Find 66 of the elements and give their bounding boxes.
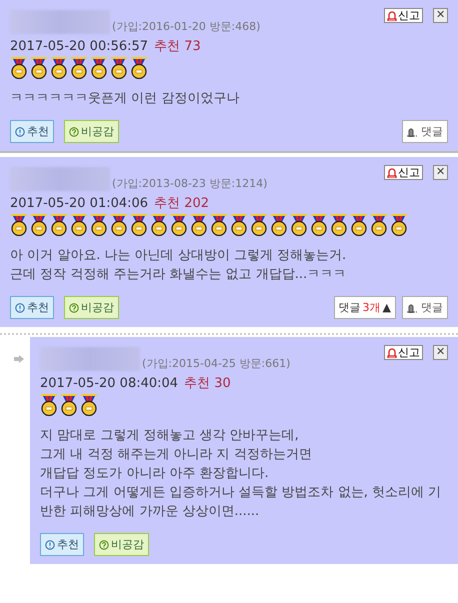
medal-icon	[70, 214, 88, 236]
comment-date: 2017-05-20 08:40:04	[40, 376, 178, 391]
medal-icon	[50, 57, 68, 79]
medal-icon	[150, 214, 168, 236]
siren-icon	[387, 348, 397, 358]
dislike-button[interactable]: 비공감	[64, 120, 119, 143]
comment-text: ㅋㅋㅋㅋㅋㅋ웃픈게 이런 감정이었구나	[10, 90, 240, 108]
medal-icon	[330, 214, 348, 236]
siren-icon	[387, 10, 397, 20]
question-icon	[69, 126, 79, 136]
comment-date: 2017-05-20 01:04:06	[10, 196, 148, 211]
medal-icon	[70, 57, 88, 79]
recommend-button[interactable]: 추천	[10, 120, 54, 143]
recommend-count: 추천 73	[154, 39, 201, 54]
medal-icon	[10, 214, 28, 236]
medal-icon	[40, 394, 58, 416]
close-button[interactable]: ✕	[433, 8, 448, 23]
medal-icon	[250, 214, 268, 236]
medal-icon	[30, 57, 48, 79]
medal-icon	[10, 57, 28, 79]
medal-icon	[50, 214, 68, 236]
member-info: (가입:2016-01-20 방문:468)	[112, 19, 260, 34]
medal-icon	[130, 214, 148, 236]
medal-icon	[60, 394, 78, 416]
medal-icon	[90, 214, 108, 236]
close-button[interactable]: ✕	[433, 165, 448, 180]
exclamation-icon	[15, 302, 25, 312]
question-icon	[69, 302, 79, 312]
report-button[interactable]: 신고	[384, 165, 423, 180]
siren-icon	[387, 168, 397, 178]
dislike-button[interactable]: 비공감	[94, 533, 149, 556]
reply-button[interactable]: 댓글	[402, 120, 448, 143]
recommend-button[interactable]: 추천	[40, 533, 84, 556]
medal-icon	[90, 57, 108, 79]
medal-icon	[80, 394, 98, 416]
replies-toggle[interactable]: 댓글 3개 ▲	[334, 296, 396, 319]
medal-icon	[110, 214, 128, 236]
medal-icon	[270, 214, 288, 236]
comment-text: 지 맘대로 그렇게 정해놓고 생각 안바꾸는데, 그게 내 걱정 해주는게 아니라 지 걱정하는거면 개답답 정도가 아니라 아주 환장합니다. 더구나 그게 어떻게든 입증하거나 설득할 방법조차 없는, 헛소리에 기반한 피해망상에 가까운 상상이면......	[40, 427, 442, 521]
comment-text: 아 이거 알아요. 나는 아닌데 상대방이 그렇게 정해놓는거. 근데 정작 걱정해 주는거라 화낼수는 없고 개답답...ㅋㅋㅋ	[10, 247, 348, 284]
question-icon	[99, 540, 109, 550]
medal-icon	[210, 214, 228, 236]
close-button[interactable]: ✕	[433, 345, 448, 360]
recommend-button[interactable]: 추천	[10, 296, 54, 319]
medal-icon	[310, 214, 328, 236]
report-button[interactable]: 신고	[384, 345, 423, 360]
exclamation-icon	[45, 540, 55, 550]
reply-button[interactable]: 댓글	[402, 296, 448, 319]
report-button[interactable]: 신고	[384, 8, 423, 23]
medal-icon	[30, 214, 48, 236]
member-info: (가입:2013-08-23 방문:1214)	[112, 176, 268, 191]
exclamation-icon	[15, 126, 25, 136]
medal-icon	[130, 57, 148, 79]
medal-icon	[110, 57, 128, 79]
medal-icon	[170, 214, 188, 236]
medal-icon	[390, 214, 408, 236]
dislike-button[interactable]: 비공감	[64, 296, 119, 319]
medal-icon	[350, 214, 368, 236]
recommend-count: 추천 30	[184, 376, 231, 391]
medal-icon	[190, 214, 208, 236]
medal-icon	[290, 214, 308, 236]
recommend-count: 추천 202	[154, 196, 210, 211]
member-info: (가입:2015-04-25 방문:661)	[142, 356, 290, 371]
medal-icon	[370, 214, 388, 236]
comment-date: 2017-05-20 00:56:57	[10, 39, 148, 54]
medal-icon	[230, 214, 248, 236]
